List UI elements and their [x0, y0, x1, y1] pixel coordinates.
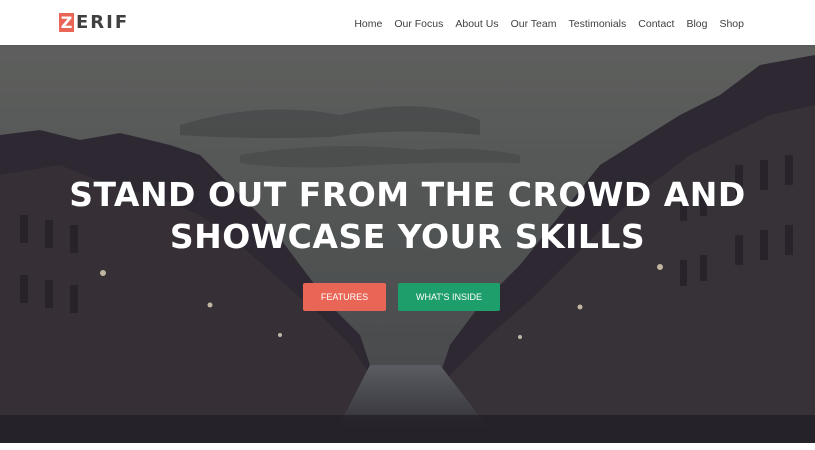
hero-section: STAND OUT FROM THE CROWD AND SHOWCASE YO… — [0, 45, 815, 443]
nav-home[interactable]: Home — [354, 18, 382, 30]
hero-title-line-1: STAND OUT FROM THE CROWD AND — [69, 175, 746, 214]
logo-text: ERIF — [76, 11, 130, 33]
nav-contact[interactable]: Contact — [638, 18, 674, 30]
nav-testimonials[interactable]: Testimonials — [568, 18, 626, 30]
main-nav: Home Our Focus About Us Our Team Testimo… — [354, 0, 744, 45]
site-logo[interactable]: Z ERIF — [59, 12, 129, 33]
page-bottom-strip — [0, 443, 815, 450]
whats-inside-button[interactable]: WHAT'S INSIDE — [398, 283, 500, 311]
site-header: Z ERIF Home Our Focus About Us Our Team … — [0, 0, 815, 45]
nav-blog[interactable]: Blog — [686, 18, 707, 30]
features-button[interactable]: FEATURES — [303, 283, 386, 311]
hero-title: STAND OUT FROM THE CROWD AND SHOWCASE YO… — [0, 174, 815, 258]
nav-our-team[interactable]: Our Team — [511, 18, 557, 30]
nav-our-focus[interactable]: Our Focus — [394, 18, 443, 30]
nav-about-us[interactable]: About Us — [455, 18, 498, 30]
logo-mark: Z — [59, 12, 74, 32]
hero-title-line-2: SHOWCASE YOUR SKILLS — [169, 217, 646, 256]
nav-shop[interactable]: Shop — [719, 18, 744, 30]
